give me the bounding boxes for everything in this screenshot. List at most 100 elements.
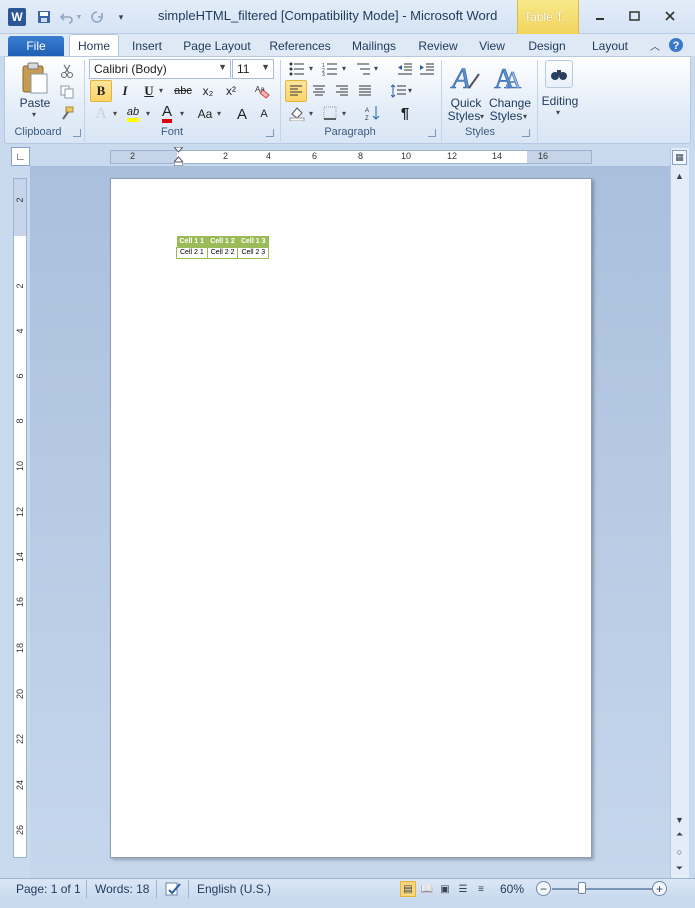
- scroll-up-icon[interactable]: ▲: [672, 168, 687, 183]
- align-center-button[interactable]: [308, 80, 330, 102]
- change-case-button[interactable]: Aa: [192, 103, 218, 125]
- text-effects-dropdown-icon[interactable]: ▾: [113, 109, 117, 118]
- sort-icon[interactable]: AZ: [362, 102, 384, 124]
- quick-styles-icon[interactable]: A: [449, 60, 483, 95]
- underline-button[interactable]: U: [138, 80, 160, 102]
- paragraph-launcher-icon[interactable]: [428, 129, 436, 137]
- tab-mailings[interactable]: Mailings: [344, 36, 404, 56]
- customize-qat-icon[interactable]: ▾: [112, 8, 130, 26]
- bullets-dropdown-icon[interactable]: ▾: [309, 64, 313, 73]
- bold-button[interactable]: B: [90, 80, 112, 102]
- format-painter-icon[interactable]: [56, 102, 78, 124]
- font-name-combo[interactable]: Calibri (Body) ▼: [89, 59, 231, 79]
- proofing-icon[interactable]: [164, 881, 182, 897]
- scroll-down-icon[interactable]: ▼: [672, 812, 687, 827]
- tab-insert[interactable]: Insert: [125, 36, 169, 56]
- borders-icon[interactable]: [319, 102, 341, 124]
- zoom-level[interactable]: 60%: [500, 882, 524, 896]
- text-effects-button[interactable]: A: [90, 103, 112, 125]
- copy-icon[interactable]: [56, 81, 78, 103]
- table-cell[interactable]: Cell 2 1: [176, 246, 208, 259]
- binoculars-icon[interactable]: [545, 60, 573, 88]
- align-right-button[interactable]: [331, 80, 353, 102]
- zoom-out-button[interactable]: −: [536, 881, 551, 896]
- increase-indent-icon[interactable]: [416, 58, 438, 80]
- line-spacing-dropdown-icon[interactable]: ▾: [408, 86, 412, 95]
- zoom-in-button[interactable]: +: [652, 881, 667, 896]
- italic-button[interactable]: I: [114, 80, 136, 102]
- minimize-ribbon-icon[interactable]: ︿: [646, 36, 664, 54]
- multilevel-dropdown-icon[interactable]: ▾: [374, 64, 378, 73]
- draft-icon[interactable]: ≡: [473, 881, 489, 897]
- print-layout-icon[interactable]: ▤: [400, 881, 416, 897]
- redo-icon[interactable]: [88, 8, 106, 26]
- editing-button[interactable]: Editing: [538, 95, 582, 108]
- font-color-dropdown-icon[interactable]: ▾: [180, 109, 184, 118]
- browse-object-icon[interactable]: ○: [672, 844, 687, 859]
- show-formatting-button[interactable]: ¶: [394, 102, 416, 124]
- tab-review[interactable]: Review: [414, 36, 462, 56]
- strikethrough-button[interactable]: abc: [172, 80, 194, 102]
- font-size-combo[interactable]: 11 ▼: [232, 59, 274, 79]
- table-cell[interactable]: Cell 1 2: [207, 236, 238, 247]
- cut-icon[interactable]: [56, 60, 78, 82]
- close-button[interactable]: [659, 8, 681, 24]
- document-table[interactable]: Cell 1 1 Cell 1 2 Cell 1 3 Cell 2 1 Cell…: [176, 236, 270, 259]
- previous-page-icon[interactable]: ⏶: [672, 827, 687, 842]
- change-case-dropdown-icon[interactable]: ▾: [217, 109, 221, 118]
- clear-formatting-icon[interactable]: Aa: [251, 80, 273, 102]
- justify-button[interactable]: [354, 80, 376, 102]
- tab-page-layout[interactable]: Page Layout: [180, 36, 254, 56]
- change-styles-icon[interactable]: AA: [492, 60, 526, 96]
- full-screen-reading-icon[interactable]: 📖: [419, 881, 435, 897]
- tab-view[interactable]: View: [472, 36, 512, 56]
- shading-icon[interactable]: [286, 102, 308, 124]
- tab-layout[interactable]: Layout: [588, 36, 632, 56]
- change-styles-label-2[interactable]: Styles: [486, 110, 526, 123]
- vertical-scrollbar[interactable]: [670, 148, 689, 878]
- table-cell[interactable]: Cell 2 3: [237, 246, 270, 259]
- outline-icon[interactable]: ☰: [455, 881, 471, 897]
- paste-label[interactable]: Paste: [17, 97, 53, 110]
- decrease-indent-icon[interactable]: [394, 58, 416, 80]
- highlight-button[interactable]: ab: [122, 103, 144, 125]
- document-page[interactable]: Cell 1 1 Cell 1 2 Cell 1 3 Cell 2 1 Cell…: [110, 178, 592, 858]
- page-count[interactable]: Page: 1 of 1: [16, 882, 81, 896]
- table-cell[interactable]: Cell 1 1: [176, 236, 208, 247]
- restore-button[interactable]: [623, 8, 645, 24]
- zoom-slider-handle[interactable]: [578, 882, 586, 894]
- change-styles-dropdown-icon[interactable]: ▾: [523, 112, 527, 121]
- next-page-icon[interactable]: ⏷: [672, 861, 687, 876]
- word-app-icon[interactable]: W: [8, 8, 26, 26]
- grow-font-button[interactable]: A: [231, 103, 253, 125]
- tab-home[interactable]: Home: [69, 34, 119, 56]
- word-count[interactable]: Words: 18: [95, 882, 149, 896]
- paste-icon[interactable]: [19, 62, 51, 96]
- paste-dropdown-icon[interactable]: ▾: [32, 110, 36, 119]
- zoom-slider-track[interactable]: [552, 888, 652, 890]
- vertical-ruler[interactable]: 2 2 4 6 8 10 12 14 16 18 20 22 24 26: [13, 178, 27, 858]
- clipboard-launcher-icon[interactable]: [73, 129, 81, 137]
- numbering-dropdown-icon[interactable]: ▾: [342, 64, 346, 73]
- undo-dropdown-icon[interactable]: ▼: [74, 8, 84, 26]
- tab-references[interactable]: References: [265, 36, 335, 56]
- tab-file[interactable]: File: [8, 36, 64, 56]
- font-color-button[interactable]: A: [156, 103, 178, 125]
- web-layout-icon[interactable]: ▣: [437, 881, 453, 897]
- subscript-button[interactable]: x₂: [197, 80, 219, 102]
- indent-marker[interactable]: [172, 146, 185, 167]
- multilevel-list-icon[interactable]: [352, 58, 374, 80]
- view-ruler-icon[interactable]: ▦: [672, 150, 687, 165]
- help-icon[interactable]: ?: [667, 36, 685, 54]
- font-launcher-icon[interactable]: [266, 129, 274, 137]
- language-indicator[interactable]: English (U.S.): [197, 882, 271, 896]
- borders-dropdown-icon[interactable]: ▾: [342, 109, 346, 118]
- align-left-button[interactable]: [285, 80, 307, 102]
- bullets-icon[interactable]: [286, 58, 308, 80]
- minimize-button[interactable]: [589, 8, 611, 24]
- save-icon[interactable]: [35, 8, 53, 26]
- table-cell[interactable]: Cell 1 3: [237, 236, 269, 247]
- table-cell[interactable]: Cell 2 2: [206, 246, 239, 259]
- shading-dropdown-icon[interactable]: ▾: [309, 109, 313, 118]
- line-spacing-icon[interactable]: [388, 80, 410, 102]
